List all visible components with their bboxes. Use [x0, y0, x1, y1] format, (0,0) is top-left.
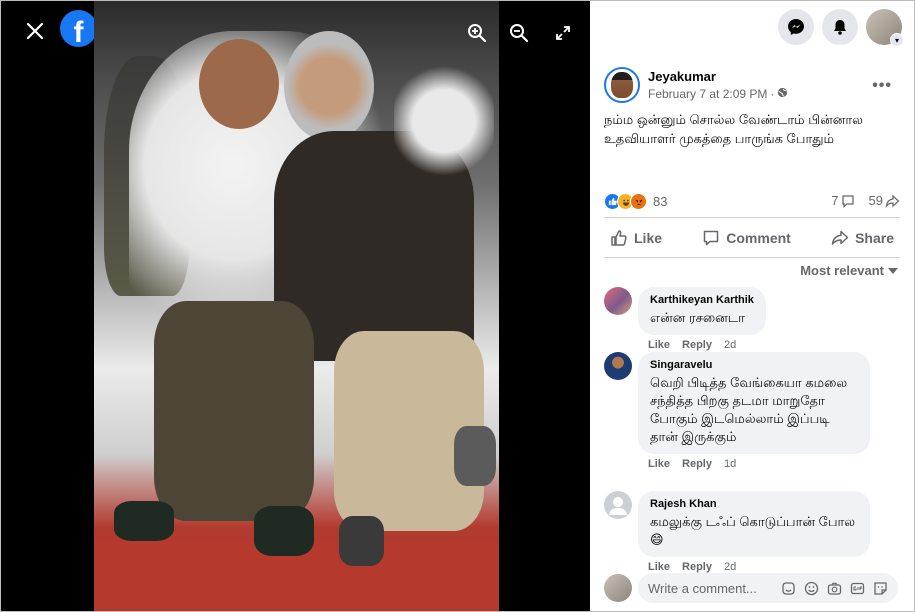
share-arrow-icon [885, 194, 900, 208]
messenger-icon[interactable] [778, 9, 814, 45]
comment-like-link[interactable]: Like [648, 458, 670, 470]
account-avatar[interactable]: ▾ [866, 9, 904, 47]
emoji-icon[interactable] [804, 581, 819, 596]
chevron-down-icon[interactable]: ▾ [890, 33, 904, 47]
commenter-avatar[interactable] [604, 287, 632, 315]
comment-text: கமலுக்கு டஃப் கொடுப்பான் போல 😄 [650, 514, 856, 547]
comment-actions: Like Reply 2d [638, 339, 766, 351]
comment-item: Rajesh Khan கமலுக்கு டஃப் கொடுப்பான் போல… [604, 491, 870, 573]
comment-text: வெறி பிடித்த வேங்கையா கமலை சந்தித்த பிறக… [650, 375, 848, 444]
share-icon [831, 230, 849, 245]
comment-time[interactable]: 2d [724, 561, 736, 573]
comment-icon [704, 230, 719, 246]
gif-icon[interactable] [850, 581, 865, 596]
comment-item: Karthikeyan Karthik என்ன ரசனைடா Like Rep… [604, 287, 766, 351]
commenter-name[interactable]: Rajesh Khan [650, 498, 858, 510]
like-button[interactable]: Like [604, 229, 668, 247]
angry-reaction-icon [630, 193, 647, 210]
comment-sort-dropdown[interactable]: Most relevant [800, 263, 898, 278]
post-meta: February 7 at 2:09 PM · [648, 87, 788, 101]
divider [604, 217, 900, 218]
comment-count[interactable]: 7 [831, 193, 854, 208]
engagement-counts: 7 59 [831, 193, 900, 208]
sort-label: Most relevant [800, 263, 884, 278]
share-button[interactable]: Share [825, 229, 900, 247]
post-header: Jeyakumar February 7 at 2:09 PM · [604, 67, 788, 103]
comment-input-tools [781, 581, 888, 596]
comment-like-link[interactable]: Like [648, 339, 670, 351]
comment-label: Comment [726, 230, 791, 246]
globe-icon [777, 87, 788, 101]
comment-bubble: Singaravelu வெறி பிடித்த வேங்கையா கமலை ச… [638, 352, 870, 454]
current-user-avatar[interactable] [604, 574, 632, 602]
like-label: Like [634, 230, 663, 246]
like-icon [611, 230, 627, 246]
post-text: நம்ம ஒன்னும் சொல்ல வேண்டாம் பின்னால உதவி… [604, 112, 863, 146]
author-name[interactable]: Jeyakumar [648, 69, 788, 84]
avatar-sticker-icon[interactable] [781, 581, 796, 596]
camera-icon[interactable] [827, 581, 842, 596]
comment-reply-link[interactable]: Reply [682, 561, 712, 573]
post-date[interactable]: February 7 at 2:09 PM [648, 87, 767, 101]
sticker-icon[interactable] [873, 581, 888, 596]
comment-bubble: Rajesh Khan கமலுக்கு டஃப் கொடுப்பான் போல… [638, 491, 870, 557]
more-options-icon[interactable]: ••• [872, 77, 892, 95]
photo-viewer: f [1, 1, 590, 611]
facebook-logo[interactable]: f [60, 10, 97, 47]
commenter-avatar[interactable] [604, 352, 632, 380]
post-photo [94, 1, 499, 611]
close-icon[interactable] [17, 13, 53, 49]
comment-text: என்ன ரசனைடா [650, 310, 745, 325]
share-label: Share [855, 230, 894, 246]
comment-time[interactable]: 1d [724, 458, 736, 470]
share-count[interactable]: 59 [869, 193, 900, 208]
comment-like-link[interactable]: Like [648, 561, 670, 573]
divider [604, 257, 900, 258]
comment-actions: Like Reply 2d [638, 561, 870, 573]
commenter-name[interactable]: Singaravelu [650, 359, 858, 371]
comment-item: Singaravelu வெறி பிடித்த வேங்கையா கமலை ச… [604, 352, 870, 470]
author-avatar[interactable] [604, 67, 640, 103]
reactions-summary[interactable]: 83 [604, 193, 667, 210]
comment-reply-link[interactable]: Reply [682, 339, 712, 351]
bell-icon[interactable] [822, 9, 858, 45]
facebook-photo-viewer: f ▾ Jeyakumar February 7 at 2:09 PM · ••… [0, 0, 915, 612]
caret-down-icon [888, 267, 898, 274]
zoom-in-icon[interactable] [459, 15, 495, 51]
comment-button[interactable]: Comment [696, 229, 797, 247]
comment-placeholder: Write a comment... [648, 580, 757, 596]
write-comment-row: Write a comment... [604, 573, 898, 603]
comment-bubble: Karthikeyan Karthik என்ன ரசனைடா [638, 287, 766, 335]
reaction-count: 83 [653, 194, 668, 209]
post-actions: Like Comment Share [604, 223, 900, 253]
comment-input[interactable]: Write a comment... [638, 573, 898, 603]
commenter-avatar[interactable] [604, 491, 632, 519]
fullscreen-icon[interactable] [545, 15, 581, 51]
comment-reply-link[interactable]: Reply [682, 458, 712, 470]
top-bar: ▾ [778, 9, 904, 47]
comment-bubble-icon [841, 194, 854, 208]
comment-actions: Like Reply 1d [638, 458, 870, 470]
post-details-panel: ▾ Jeyakumar February 7 at 2:09 PM · ••• … [590, 1, 914, 611]
comment-time[interactable]: 2d [724, 339, 736, 351]
zoom-out-icon[interactable] [501, 15, 537, 51]
commenter-name[interactable]: Karthikeyan Karthik [650, 294, 754, 306]
meta-separator: · [770, 87, 775, 101]
default-user-icon [609, 497, 627, 515]
